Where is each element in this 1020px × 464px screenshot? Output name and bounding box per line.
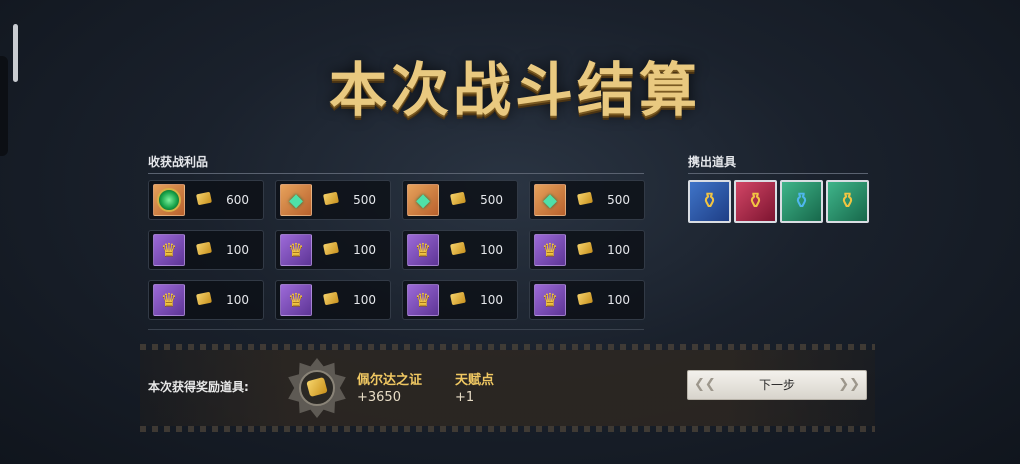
loot-item-icon-frame: ♛: [534, 234, 566, 266]
loot-cell[interactable]: ◆ 500: [402, 180, 518, 220]
gold-crown-icon: ♛: [541, 289, 559, 311]
chevron-left-icon: ❮❮: [694, 377, 716, 392]
gold-crown-icon: ♛: [541, 239, 559, 261]
reward-value: +3650: [357, 390, 401, 405]
loot-item-icon-frame: ♛: [280, 234, 312, 266]
loot-quantity: 100: [480, 293, 503, 307]
gold-coin-badge-icon: [287, 358, 347, 418]
ticket-icon: [323, 191, 339, 206]
loot-quantity: 100: [353, 293, 376, 307]
loot-bottom-divider: [148, 329, 644, 330]
screen-notch: [0, 56, 8, 156]
yellow-potion-icon: ⚱: [746, 189, 765, 214]
loot-cell[interactable]: ♛ 100: [402, 280, 518, 320]
loot-cell[interactable]: ♛ 100: [402, 230, 518, 270]
ticket-icon: [577, 191, 593, 206]
loot-cell[interactable]: ♛ 100: [529, 280, 645, 320]
ticket-icon: [450, 291, 466, 306]
ticket-icon: [450, 191, 466, 206]
ticket-icon: [450, 241, 466, 256]
carried-item-slot[interactable]: ⚱: [780, 180, 823, 223]
loot-section-label: 收获战利品: [148, 155, 209, 169]
loot-cell[interactable]: ♛ 100: [529, 230, 645, 270]
gold-crown-icon: ♛: [160, 239, 178, 261]
carried-item-slot[interactable]: ⚱: [688, 180, 731, 223]
gold-crown-icon: ♛: [160, 289, 178, 311]
ticket-icon: [196, 191, 212, 206]
loot-grid: 600 ◆ 500 ◆ 500 ◆ 500 ♛ 100 ♛ 100 ♛ 100 …: [148, 180, 648, 328]
gold-crown-icon: ♛: [287, 239, 305, 261]
green-crystal-icon: ◆: [416, 189, 430, 211]
loot-item-icon-frame: ♛: [534, 284, 566, 316]
page-title: 本次战斗结算: [328, 56, 701, 124]
next-step-button[interactable]: ❮❮ 下一步 ❯❯: [687, 370, 867, 400]
loot-item-icon-frame: ♛: [407, 284, 439, 316]
loot-item-icon-frame: [153, 184, 185, 216]
reward-value: +1: [455, 390, 475, 405]
loot-cell[interactable]: ♛ 100: [148, 280, 264, 320]
loot-item-icon-frame: ◆: [534, 184, 566, 216]
ticket-icon: [577, 291, 593, 306]
loot-quantity: 500: [480, 193, 503, 207]
emerald-gem-icon: [157, 188, 181, 212]
ticket-icon: [196, 291, 212, 306]
ticket-icon: [323, 241, 339, 256]
loot-quantity: 600: [226, 193, 249, 207]
loot-quantity: 100: [226, 243, 249, 257]
yellow-potion-icon: ⚱: [838, 189, 857, 214]
loot-quantity: 500: [607, 193, 630, 207]
yellow-potion-icon: ⚱: [700, 189, 719, 214]
loot-quantity: 100: [480, 243, 503, 257]
gold-crown-icon: ♛: [287, 289, 305, 311]
loot-cell[interactable]: ◆ 500: [529, 180, 645, 220]
ticket-icon: [323, 291, 339, 306]
green-crystal-icon: ◆: [289, 189, 303, 211]
loot-item-icon-frame: ♛: [153, 234, 185, 266]
loot-cell[interactable]: 600: [148, 180, 264, 220]
green-crystal-icon: ◆: [543, 189, 557, 211]
reward-name: 佩尔达之证: [357, 373, 423, 388]
loot-quantity: 100: [607, 243, 630, 257]
loot-item-icon-frame: ◆: [280, 184, 312, 216]
loot-item-icon-frame: ♛: [280, 284, 312, 316]
loot-item-icon-frame: ♛: [153, 284, 185, 316]
blue-potion-icon: ⚱: [792, 189, 811, 214]
drops-divider: [688, 173, 868, 174]
carried-item-slot[interactable]: ⚱: [734, 180, 777, 223]
ticket-icon: [577, 241, 593, 256]
drops-section-label: 携出道具: [688, 155, 737, 169]
loot-cell[interactable]: ◆ 500: [275, 180, 391, 220]
loot-cell[interactable]: ♛ 100: [275, 230, 391, 270]
gold-crown-icon: ♛: [414, 289, 432, 311]
loot-item-icon-frame: ♛: [407, 234, 439, 266]
loot-quantity: 100: [226, 293, 249, 307]
carried-item-slot[interactable]: ⚱: [826, 180, 869, 223]
loot-cell[interactable]: ♛ 100: [275, 280, 391, 320]
loot-quantity: 500: [353, 193, 376, 207]
reward-label: 本次获得奖励道具:: [148, 380, 249, 394]
side-panel-handle[interactable]: [13, 24, 18, 82]
chevron-right-icon: ❯❯: [838, 377, 860, 392]
loot-quantity: 100: [607, 293, 630, 307]
gold-crown-icon: ♛: [414, 239, 432, 261]
next-step-label: 下一步: [758, 378, 795, 392]
ticket-icon: [196, 241, 212, 256]
loot-cell[interactable]: ♛ 100: [148, 230, 264, 270]
loot-quantity: 100: [353, 243, 376, 257]
reward-name: 天赋点: [455, 373, 495, 388]
loot-divider: [148, 173, 644, 174]
loot-item-icon-frame: ◆: [407, 184, 439, 216]
